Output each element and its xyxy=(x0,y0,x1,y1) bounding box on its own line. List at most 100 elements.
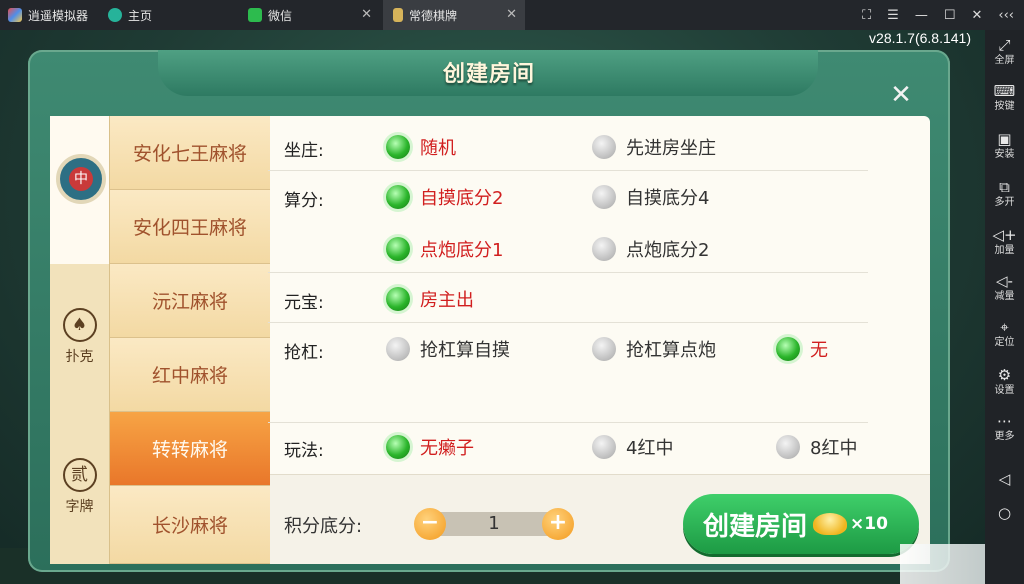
game-item-label: 转转麻将 xyxy=(151,439,228,461)
category-mahjong[interactable]: 中 xyxy=(50,116,110,264)
rule-label-suanfen: 算分: xyxy=(284,191,324,211)
radio-icon xyxy=(592,135,616,159)
android-home-button[interactable]: ○ xyxy=(985,504,1024,522)
rule-label-zuozhuang: 坐庄: xyxy=(284,141,324,161)
side-fullscreen-button[interactable]: ⤢ 全屏 xyxy=(985,36,1024,67)
minus-button[interactable]: − xyxy=(414,508,446,540)
more-icon: ⋯ xyxy=(997,412,1012,430)
option-label: 8红中 xyxy=(810,438,858,459)
volume-up-icon: ◁+ xyxy=(992,226,1017,244)
radio-icon xyxy=(592,185,616,209)
option-label: 随机 xyxy=(420,138,456,159)
radio-icon xyxy=(776,337,800,361)
close-icon[interactable]: ✕ xyxy=(886,80,916,110)
volume-down-icon: ◁- xyxy=(996,272,1013,290)
menu-icon[interactable]: ☰ xyxy=(887,8,899,23)
option-radio[interactable]: 自摸底分4 xyxy=(592,184,709,210)
screenshot-icon[interactable]: ⛶ xyxy=(862,8,871,23)
option-radio[interactable]: 无 xyxy=(776,336,828,362)
option-radio[interactable]: 点炮底分2 xyxy=(592,236,709,262)
side-volume-down-button[interactable]: ◁- 减量 xyxy=(985,272,1024,303)
tab-game-label: 常德棋牌 xyxy=(409,8,458,23)
side-multi-instance-button[interactable]: ⧉ 多开 xyxy=(985,178,1024,209)
side-volume-up-button[interactable]: ◁+ 加量 xyxy=(985,226,1024,257)
side-keymap-button[interactable]: ⌨ 按键 xyxy=(985,82,1024,113)
minimize-icon[interactable]: — xyxy=(915,8,928,23)
game-item[interactable]: 长沙麻将 xyxy=(110,486,270,564)
game-viewport: v28.1.7(6.8.141) 创建房间 ✕ 中 ♠ 扑克 贰 字牌 安化七王… xyxy=(0,30,985,584)
game-item[interactable]: 红中麻将 xyxy=(110,338,270,412)
rule-label-wanfa: 玩法: xyxy=(284,441,324,461)
close-window-icon[interactable]: ✕ xyxy=(971,8,982,23)
option-label: 自摸底分2 xyxy=(420,188,504,209)
create-room-button[interactable]: 创建房间 ×10 xyxy=(683,494,919,554)
option-radio[interactable]: 自摸底分2 xyxy=(386,184,503,210)
side-install-button[interactable]: ▣ 安装 xyxy=(985,130,1024,161)
option-label: 先进房坐庄 xyxy=(626,138,716,159)
radio-icon xyxy=(592,337,616,361)
radio-icon xyxy=(386,237,410,261)
option-radio[interactable]: 抢杠算自摸 xyxy=(386,336,510,362)
option-radio[interactable]: 无癞子 xyxy=(386,434,474,460)
tab-close-icon[interactable]: ✕ xyxy=(506,7,517,22)
radio-icon xyxy=(386,287,410,311)
game-item[interactable]: 安化七王麻将 xyxy=(110,116,270,190)
gear-icon: ⚙ xyxy=(997,366,1012,384)
maximize-icon[interactable]: ☐ xyxy=(944,8,956,23)
divider xyxy=(268,272,868,273)
mahjong-emblem-icon: 中 xyxy=(56,154,106,204)
game-item-label: 安化四王麻将 xyxy=(132,217,247,239)
option-label: 4红中 xyxy=(626,438,674,459)
dialog-title: 创建房间 xyxy=(442,62,535,87)
side-settings-button[interactable]: ⚙ 设置 xyxy=(985,366,1024,397)
option-radio[interactable]: 抢杠算点炮 xyxy=(592,336,716,362)
tab-close-icon[interactable]: ✕ xyxy=(361,7,372,22)
category-zipai-label: 字牌 xyxy=(65,499,94,515)
tab-wechat[interactable]: 微信 ✕ xyxy=(240,0,380,30)
option-label: 自摸底分4 xyxy=(626,188,710,209)
radio-icon xyxy=(386,135,410,159)
game-item-selected[interactable]: 转转麻将 xyxy=(110,412,270,486)
plus-button[interactable]: + xyxy=(542,508,574,540)
zipai-icon: 贰 xyxy=(62,458,97,492)
location-icon: ⌖ xyxy=(1000,318,1009,336)
tab-game[interactable]: 常德棋牌 ✕ xyxy=(383,0,525,30)
option-label: 点炮底分1 xyxy=(420,240,504,261)
game-item-label: 红中麻将 xyxy=(151,365,228,387)
create-room-dialog: 创建房间 ✕ 中 ♠ 扑克 贰 字牌 安化七王麻将 安化四王麻将 沅江麻将 红中… xyxy=(28,50,950,572)
option-radio[interactable]: 点炮底分1 xyxy=(386,236,503,262)
side-label: 全屏 xyxy=(994,55,1015,66)
option-radio[interactable]: 8红中 xyxy=(776,434,857,460)
side-label: 安装 xyxy=(994,149,1015,160)
collapse-sidebar-icon[interactable]: ‹‹‹ xyxy=(998,8,1014,23)
radio-icon xyxy=(386,185,410,209)
create-cost-label: ×10 xyxy=(850,514,888,534)
option-radio[interactable]: 4红中 xyxy=(592,434,673,460)
gold-ingot-icon xyxy=(813,513,848,535)
rule-label-yuanbao: 元宝: xyxy=(284,293,324,313)
option-radio[interactable]: 先进房坐庄 xyxy=(592,134,716,160)
score-base-label: 积分底分: xyxy=(284,516,363,537)
game-item[interactable]: 沅江麻将 xyxy=(110,264,270,338)
wechat-icon xyxy=(248,8,262,22)
category-poker[interactable]: ♠ 扑克 xyxy=(50,264,110,412)
android-back-button[interactable]: ◁ xyxy=(985,470,1024,488)
option-label: 无 xyxy=(810,340,828,361)
option-radio[interactable]: 房主出 xyxy=(386,286,474,312)
side-label: 减量 xyxy=(994,291,1015,302)
game-item[interactable]: 安化四王麻将 xyxy=(110,190,270,264)
game-item-label: 长沙麻将 xyxy=(151,515,228,537)
rule-label-qianggang: 抢杠: xyxy=(284,343,324,363)
option-radio[interactable]: 随机 xyxy=(386,134,456,160)
game-item-label: 安化七王麻将 xyxy=(132,143,247,165)
option-label: 抢杠算自摸 xyxy=(420,340,510,361)
category-zipai[interactable]: 贰 字牌 xyxy=(50,412,110,564)
score-value: 1 xyxy=(488,513,500,534)
side-more-button[interactable]: ⋯ 更多 xyxy=(985,412,1024,443)
side-location-button[interactable]: ⌖ 定位 xyxy=(985,318,1024,349)
radio-icon xyxy=(386,337,410,361)
tab-wechat-label: 微信 xyxy=(268,8,293,23)
tab-home[interactable]: 主页 xyxy=(100,0,235,30)
screen-glare xyxy=(900,544,985,584)
side-label: 加量 xyxy=(994,245,1015,256)
